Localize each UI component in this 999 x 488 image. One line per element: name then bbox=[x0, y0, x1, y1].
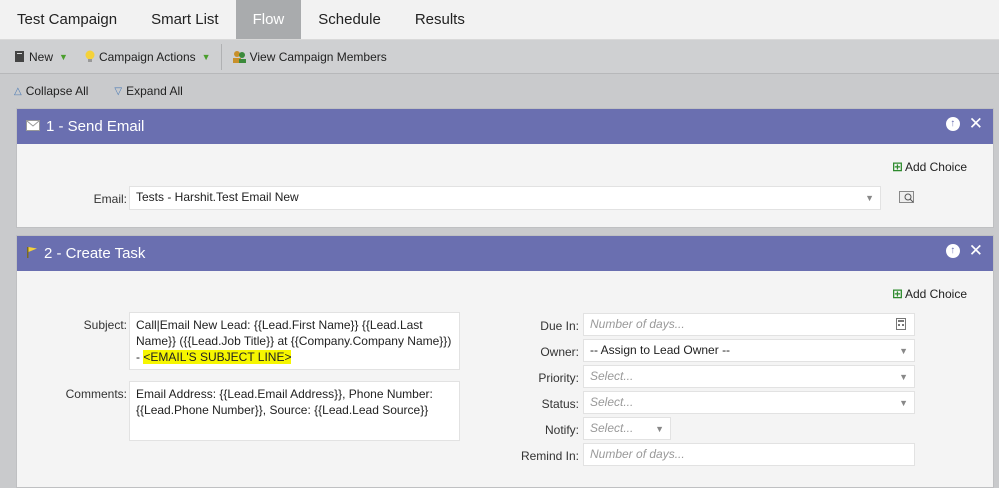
email-label: Email: bbox=[93, 192, 127, 206]
toolbar: New ▼ Campaign Actions ▼ View Campaign M… bbox=[0, 40, 999, 74]
add-choice-label: Add Choice bbox=[904, 287, 967, 301]
remind-in-input[interactable]: Number of days... bbox=[583, 443, 915, 466]
collapse-all-link[interactable]: △ Collapse All bbox=[14, 84, 88, 98]
dropdown-arrow-icon: ▼ bbox=[899, 397, 908, 408]
subject-highlight: <EMAIL'S SUBJECT LINE> bbox=[143, 350, 292, 364]
add-choice-label: Add Choice bbox=[904, 160, 967, 174]
add-choice-icon: ⊞ bbox=[892, 159, 903, 174]
campaign-actions-button[interactable]: Campaign Actions ▼ bbox=[76, 40, 219, 73]
due-in-input[interactable]: Number of days... bbox=[583, 313, 915, 336]
status-placeholder: Select... bbox=[590, 395, 634, 409]
move-up-icon[interactable]: ↑ bbox=[945, 117, 960, 131]
due-in-placeholder: Number of days... bbox=[590, 317, 685, 331]
tab-schedule[interactable]: Schedule bbox=[301, 0, 398, 39]
chevron-down-icon: ▼ bbox=[201, 51, 211, 62]
priority-select[interactable]: Select... ▼ bbox=[583, 365, 915, 388]
campaign-actions-label: Campaign Actions bbox=[98, 49, 196, 64]
status-label: Status: bbox=[541, 397, 579, 411]
triangle-down-icon: ▽ bbox=[114, 85, 123, 97]
close-icon[interactable]: ✕ bbox=[969, 242, 983, 259]
move-up-icon[interactable]: ↑ bbox=[945, 244, 960, 258]
owner-select[interactable]: -- Assign to Lead Owner -- ▼ bbox=[583, 339, 915, 362]
remind-in-label: Remind In: bbox=[520, 449, 579, 463]
people-icon bbox=[232, 50, 247, 63]
expand-all-label: Expand All bbox=[126, 84, 183, 98]
expand-all-link[interactable]: ▽ Expand All bbox=[114, 84, 182, 98]
comments-label: Comments: bbox=[65, 387, 127, 401]
step-title: 2 - Create Task bbox=[44, 245, 146, 262]
remind-in-placeholder: Number of days... bbox=[590, 447, 685, 461]
notify-placeholder: Select... bbox=[590, 421, 634, 435]
preview-email-icon[interactable] bbox=[899, 191, 915, 209]
triangle-up-icon: △ bbox=[14, 85, 22, 97]
priority-label: Priority: bbox=[538, 371, 579, 385]
comments-text: Email Address: {{Lead.Email Address}}, P… bbox=[136, 387, 433, 417]
tab-flow[interactable]: Flow bbox=[235, 0, 302, 39]
email-value: Tests - Harshit.Test Email New bbox=[136, 190, 299, 204]
dropdown-arrow-icon: ▼ bbox=[899, 345, 908, 356]
subject-textarea[interactable]: Call|Email New Lead: {{Lead.First Name}}… bbox=[129, 312, 460, 370]
status-select[interactable]: Select... ▼ bbox=[583, 391, 915, 414]
view-campaign-members-button[interactable]: View Campaign Members bbox=[224, 40, 395, 73]
lightbulb-icon bbox=[84, 50, 96, 63]
close-icon[interactable]: ✕ bbox=[969, 115, 983, 132]
flow-step-create-task: 2 - Create Task ↑ ✕ ⊞ Add Choice Subject… bbox=[16, 235, 994, 488]
expand-collapse-bar: △ Collapse All ▽ Expand All bbox=[0, 74, 999, 108]
flow-step-send-email: 1 - Send Email ↑ ✕ ⊞ Add Choice Email: T… bbox=[16, 108, 994, 228]
dropdown-arrow-icon: ▼ bbox=[655, 423, 664, 434]
step-header: 1 - Send Email ↑ ✕ bbox=[17, 109, 993, 144]
add-choice-icon: ⊞ bbox=[892, 286, 903, 301]
add-choice-button[interactable]: ⊞ Add Choice bbox=[892, 286, 967, 302]
priority-placeholder: Select... bbox=[590, 369, 634, 383]
notify-label: Notify: bbox=[544, 423, 579, 437]
step-title: 1 - Send Email bbox=[46, 118, 145, 135]
new-label: New bbox=[29, 49, 54, 64]
toolbar-divider bbox=[220, 43, 222, 70]
flag-icon bbox=[26, 245, 38, 262]
email-select[interactable]: Tests - Harshit.Test Email New ▼ bbox=[129, 186, 881, 210]
subject-label: Subject: bbox=[83, 318, 127, 332]
chevron-down-icon: ▼ bbox=[59, 51, 68, 62]
tab-test-campaign[interactable]: Test Campaign bbox=[0, 0, 134, 39]
dropdown-arrow-icon: ▼ bbox=[899, 371, 908, 382]
owner-label: Owner: bbox=[540, 345, 579, 359]
new-menu-button[interactable]: New ▼ bbox=[6, 40, 76, 73]
step-header: 2 - Create Task ↑ ✕ bbox=[17, 236, 993, 271]
email-icon bbox=[26, 118, 40, 135]
view-members-label: View Campaign Members bbox=[249, 49, 387, 64]
add-choice-button[interactable]: ⊞ Add Choice bbox=[892, 159, 967, 175]
due-in-label: Due In: bbox=[540, 319, 579, 333]
calculator-icon[interactable] bbox=[896, 318, 906, 333]
comments-textarea[interactable]: Email Address: {{Lead.Email Address}}, P… bbox=[129, 381, 460, 441]
dropdown-arrow-icon: ▼ bbox=[865, 193, 874, 203]
notify-select[interactable]: Select... ▼ bbox=[583, 417, 671, 440]
tab-results[interactable]: Results bbox=[398, 0, 482, 39]
owner-value: -- Assign to Lead Owner -- bbox=[590, 343, 731, 357]
collapse-all-label: Collapse All bbox=[25, 84, 89, 98]
tab-bar: Test Campaign Smart List Flow Schedule R… bbox=[0, 0, 999, 40]
tab-smart-list[interactable]: Smart List bbox=[134, 0, 236, 39]
new-document-icon bbox=[14, 50, 26, 63]
